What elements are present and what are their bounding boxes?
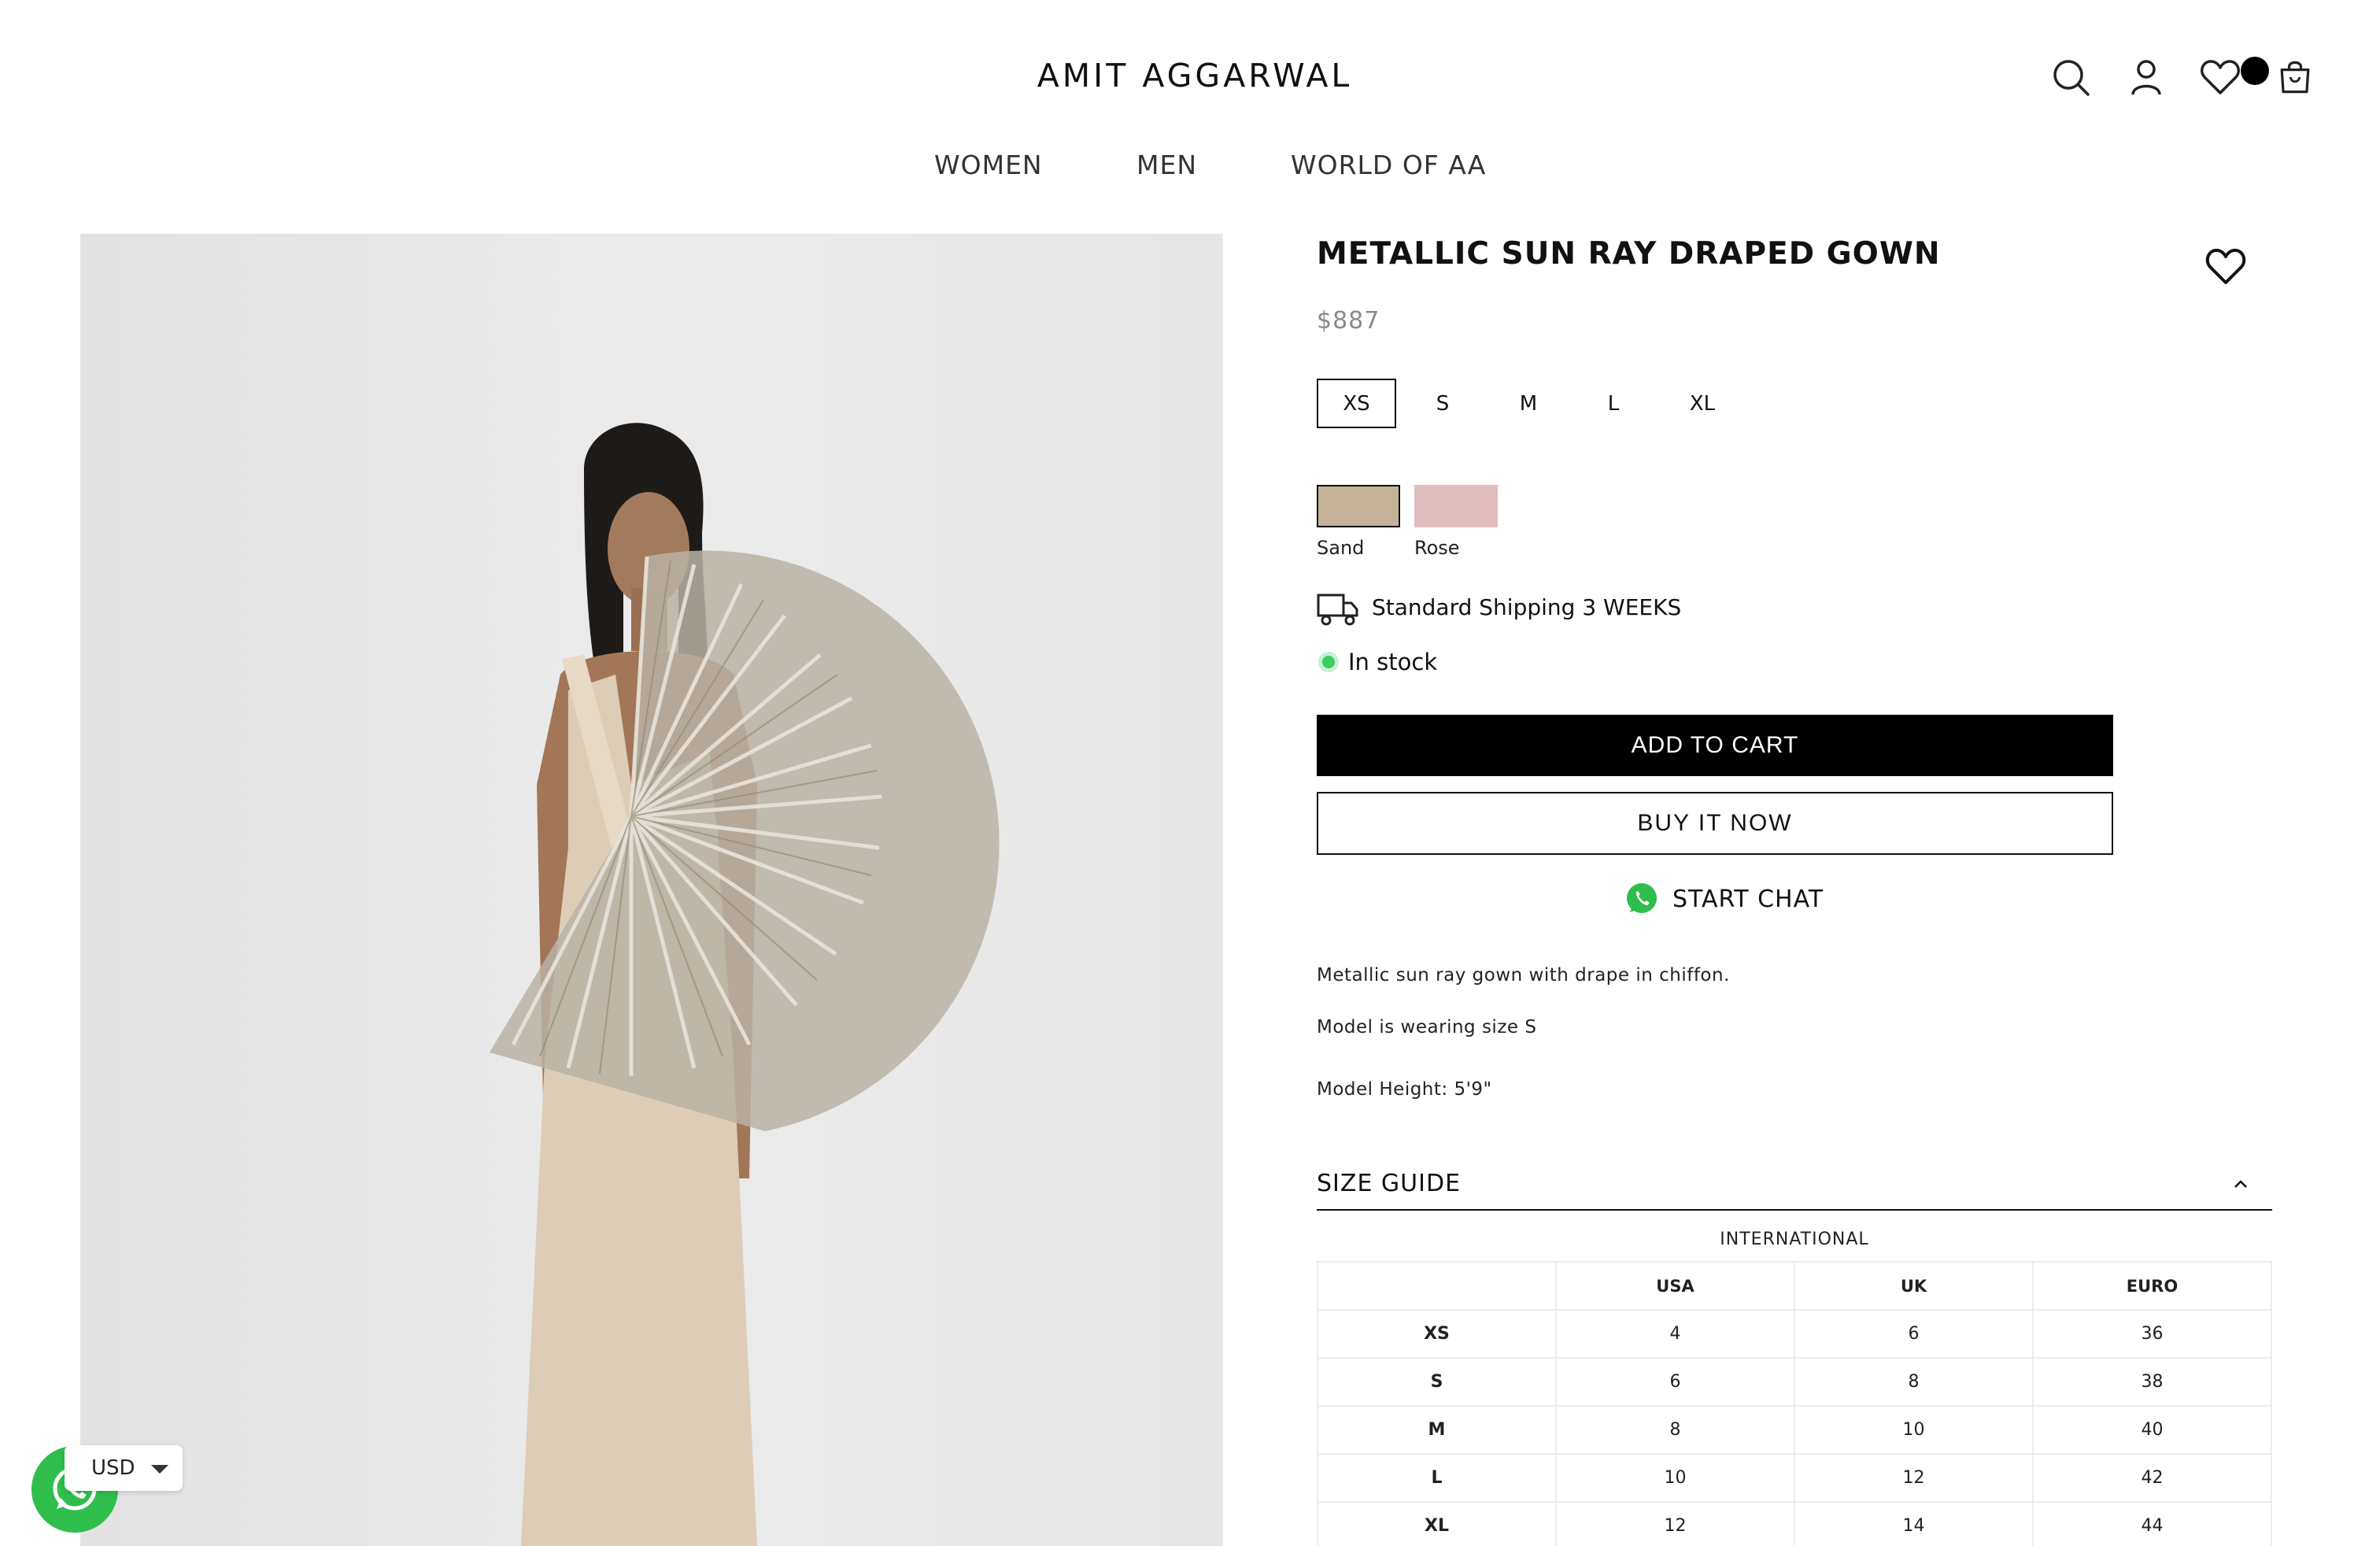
- whatsapp-icon: [1627, 883, 1657, 913]
- table-header-cell: EURO: [2032, 1261, 2272, 1311]
- table-cell: 38: [2032, 1357, 2272, 1407]
- size-guide-subtitle: INTERNATIONAL: [1720, 1230, 1869, 1249]
- size-option-xs[interactable]: XS: [1317, 379, 1396, 428]
- start-chat-label: START CHAT: [1672, 885, 1824, 913]
- stock-status: In stock: [1348, 649, 1438, 675]
- color-swatch-sand[interactable]: [1317, 485, 1400, 527]
- shipping-info: Standard Shipping 3 WEEKS: [1372, 594, 1682, 620]
- table-cell: 8: [1555, 1405, 1795, 1455]
- main-nav: WOMEN MEN WORLD OF AA: [0, 150, 2380, 187]
- size-option-m[interactable]: M: [1505, 379, 1552, 428]
- color-label-rose: Rose: [1414, 537, 1460, 559]
- start-chat-button[interactable]: START CHAT: [1624, 880, 1824, 918]
- product-title: METALLIC SUN RAY DRAPED GOWN: [1317, 236, 1941, 272]
- account-icon[interactable]: [2123, 54, 2170, 101]
- table-cell: 44: [2032, 1501, 2272, 1546]
- model-height-note: Model Height: 5'9": [1317, 1079, 1492, 1100]
- wishlist-badge: [2241, 57, 2269, 85]
- search-icon[interactable]: [2047, 54, 2094, 101]
- table-cell: S: [1317, 1357, 1557, 1407]
- product-description: Metallic sun ray gown with drape in chif…: [1317, 965, 1730, 986]
- table-cell: 6: [1555, 1357, 1795, 1407]
- table-row: XS 4 6 36: [1317, 1309, 2272, 1359]
- table-header-cell: UK: [1794, 1261, 2034, 1311]
- table-cell: 10: [1555, 1453, 1795, 1503]
- wishlist-icon[interactable]: [2197, 54, 2244, 101]
- table-row: XL 12 14 44: [1317, 1501, 2272, 1546]
- table-cell: 4: [1555, 1309, 1795, 1359]
- buy-it-now-button[interactable]: BUY IT NOW: [1317, 792, 2113, 855]
- table-cell: 36: [2032, 1309, 2272, 1359]
- cart-icon[interactable]: [2273, 55, 2317, 99]
- product-image[interactable]: [80, 234, 1223, 1546]
- table-cell: L: [1317, 1453, 1557, 1503]
- color-swatch-rose[interactable]: [1414, 485, 1498, 527]
- caret-down-icon: [151, 1465, 168, 1474]
- nav-item-men[interactable]: MEN: [1136, 150, 1197, 180]
- model-size-note: Model is wearing size S: [1317, 1017, 1537, 1037]
- currency-value: USD: [91, 1456, 135, 1480]
- truck-icon: [1317, 592, 1359, 627]
- table-cell: 8: [1794, 1357, 2034, 1407]
- size-option-l[interactable]: L: [1590, 379, 1637, 428]
- table-cell: 10: [1794, 1405, 2034, 1455]
- add-to-cart-button[interactable]: ADD TO CART: [1317, 715, 2113, 776]
- currency-selector[interactable]: USD: [65, 1445, 183, 1491]
- product-price: $887: [1317, 307, 1380, 335]
- table-row: M 8 10 40: [1317, 1405, 2272, 1455]
- size-guide-table: USA UK EURO XS 4 6 36 S 6 8 38 M 8 10 40…: [1317, 1261, 2272, 1546]
- table-cell: M: [1317, 1405, 1557, 1455]
- table-row: L 10 12 42: [1317, 1453, 2272, 1503]
- table-cell: 12: [1794, 1453, 2034, 1503]
- size-guide-title: SIZE GUIDE: [1317, 1170, 1462, 1197]
- table-cell: 6: [1794, 1309, 2034, 1359]
- table-cell: 12: [1555, 1501, 1795, 1546]
- table-cell: 42: [2032, 1453, 2272, 1503]
- color-label-sand: Sand: [1317, 537, 1365, 559]
- size-guide-toggle[interactable]: SIZE GUIDE: [1317, 1163, 2272, 1211]
- nav-item-women[interactable]: WOMEN: [934, 150, 1043, 180]
- table-header-cell: [1317, 1261, 1557, 1311]
- nav-item-world-of-aa[interactable]: WORLD OF AA: [1291, 150, 1486, 180]
- table-header-cell: USA: [1555, 1261, 1795, 1311]
- size-option-s[interactable]: S: [1419, 379, 1466, 428]
- table-cell: 40: [2032, 1405, 2272, 1455]
- table-row: S 6 8 38: [1317, 1357, 2272, 1407]
- table-cell: 14: [1794, 1501, 2034, 1546]
- table-header-row: USA UK EURO: [1317, 1261, 2272, 1311]
- chevron-up-icon: [2231, 1174, 2250, 1193]
- add-to-wishlist-heart-icon[interactable]: [2204, 246, 2248, 287]
- table-cell: XL: [1317, 1501, 1557, 1546]
- size-option-xl[interactable]: XL: [1676, 379, 1728, 428]
- brand-logo[interactable]: AMIT AGGARWAL: [1033, 57, 1356, 96]
- table-cell: XS: [1317, 1309, 1557, 1359]
- in-stock-indicator: [1318, 652, 1339, 672]
